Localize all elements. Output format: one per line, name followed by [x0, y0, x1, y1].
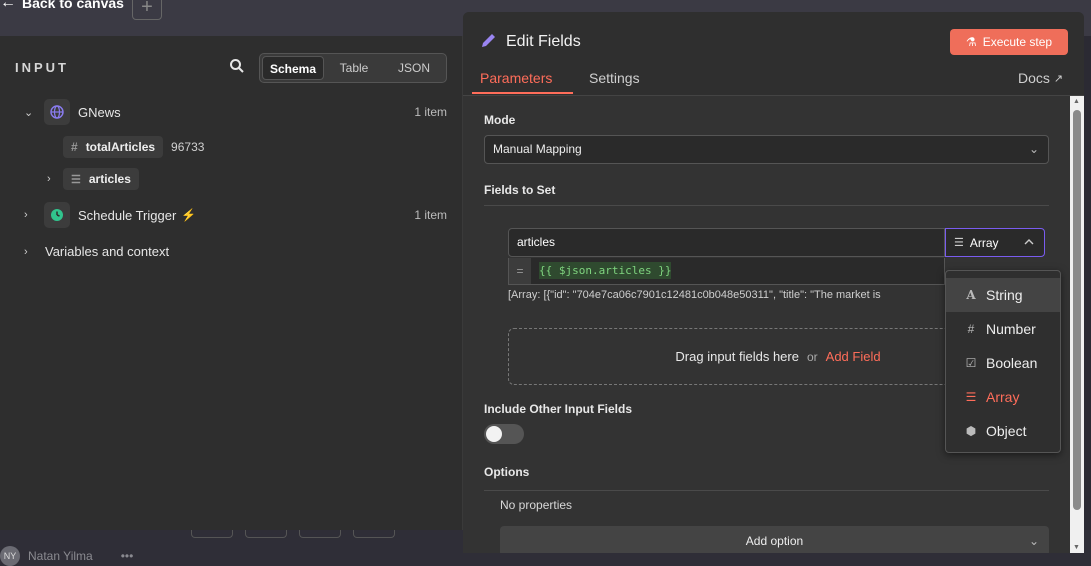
docs-link[interactable]: Docs ↗ [1018, 70, 1063, 86]
view-switch: Schema Table JSON [259, 53, 447, 83]
type-option-label: String [986, 287, 1023, 303]
external-link-icon: ↗ [1053, 72, 1064, 85]
list-icon: ☰ [71, 173, 81, 186]
add-option-button[interactable]: Add option ⌄ [500, 526, 1049, 553]
field-total-articles[interactable]: # totalArticles 96733 [63, 136, 204, 158]
clock-icon [44, 202, 70, 228]
equals-icon: = [509, 258, 531, 284]
add-field-link[interactable]: Add Field [826, 349, 881, 364]
type-option-label: Number [986, 321, 1036, 337]
variables-label: Variables and context [45, 244, 170, 259]
flask-icon: ⚗ [965, 35, 977, 49]
toggle-knob [486, 426, 502, 442]
string-icon: A [966, 288, 976, 302]
type-option-string[interactable]: A String [946, 278, 1060, 312]
drop-or: or [806, 349, 818, 364]
chevron-right-icon[interactable]: › [24, 246, 36, 258]
globe-icon [44, 99, 70, 125]
field-value: 96733 [171, 140, 205, 154]
lightning-icon: ⚡ [181, 208, 197, 222]
user-row[interactable]: NY Natan Yilma ••• [0, 546, 133, 566]
tab-underline [472, 92, 573, 94]
type-option-number[interactable]: # Number [946, 312, 1060, 346]
type-option-array[interactable]: ☰ Array [946, 380, 1060, 414]
tree-node-schedule-trigger[interactable]: › Schedule Trigger ⚡ 1 item [24, 202, 463, 228]
field-chip[interactable]: ☰ articles [63, 168, 139, 190]
add-node-button[interactable]: + [132, 0, 162, 20]
hash-icon: # [71, 140, 78, 154]
field-name: articles [88, 172, 131, 186]
view-tab-schema[interactable]: Schema [262, 56, 324, 80]
plus-icon: + [141, 0, 153, 18]
include-other-fields-toggle[interactable] [484, 424, 524, 444]
mode-select[interactable]: Manual Mapping ⌄ [484, 135, 1049, 164]
field-chip[interactable]: # totalArticles [63, 136, 164, 158]
chevron-down-icon[interactable]: ⌄ [24, 106, 36, 119]
hash-icon: # [967, 322, 975, 336]
scroll-up-icon[interactable]: ▲ [1073, 98, 1080, 105]
chevron-down-icon: ⌄ [1028, 142, 1039, 156]
chevron-up-icon [1024, 236, 1034, 250]
type-dropdown-menu: A String # Number ☑ Boolean ☰ Array ⬢ Ob… [945, 270, 1061, 453]
checkbox-icon: ☑ [965, 356, 977, 370]
arrow-left-icon: ← [0, 0, 16, 11]
tree-node-variables[interactable]: › Variables and context [24, 244, 169, 259]
tree-node-gnews[interactable]: ⌄ GNews 1 item [24, 99, 463, 125]
expression-input[interactable]: = {{ $json.articles }} [508, 258, 945, 285]
type-option-object[interactable]: ⬢ Object [946, 414, 1060, 448]
item-count: 1 item [414, 208, 447, 222]
chevron-right-icon[interactable]: › [24, 209, 36, 221]
view-tab-json[interactable]: JSON [384, 56, 444, 80]
chevron-down-icon: ⌄ [1028, 534, 1039, 548]
expression-preview: [Array: [{"id": "704e7ca06c7901c12481c0b… [508, 289, 881, 301]
list-icon: ☰ [965, 390, 977, 404]
back-to-canvas-link[interactable]: ← Back to canvas [0, 0, 124, 12]
type-option-label: Object [986, 423, 1027, 439]
mode-value: Manual Mapping [493, 142, 582, 156]
scrollbar-thumb[interactable] [1073, 110, 1081, 510]
section-divider [484, 205, 1049, 206]
docs-label: Docs [1018, 70, 1050, 86]
type-option-label: Boolean [986, 355, 1038, 371]
type-option-label: Array [986, 389, 1020, 405]
item-count: 1 item [414, 105, 447, 119]
cube-icon: ⬢ [965, 424, 977, 438]
options-label: Options [484, 465, 530, 479]
field-name-input[interactable]: articles [508, 228, 945, 257]
type-option-boolean[interactable]: ☑ Boolean [946, 346, 1060, 380]
field-type-select[interactable]: ☰ Array [945, 228, 1045, 257]
scrollbar[interactable]: ▲ ▼ [1070, 96, 1084, 553]
include-other-fields-label: Include Other Input Fields [484, 402, 633, 416]
pencil-icon [482, 34, 495, 47]
mode-label: Mode [484, 113, 516, 127]
scroll-down-icon[interactable]: ▼ [1073, 544, 1080, 551]
fields-to-set-label: Fields to Set [484, 183, 556, 197]
drop-text: Drag input fields here [675, 349, 799, 364]
user-name: Natan Yilma [28, 549, 93, 563]
user-menu-icon[interactable]: ••• [121, 549, 134, 563]
node-name-gnews: GNews [78, 104, 121, 120]
chevron-right-icon[interactable]: › [47, 173, 59, 185]
list-icon: ☰ [954, 237, 964, 249]
panel-title: Edit Fields [506, 33, 581, 50]
no-properties-text: No properties [500, 498, 573, 512]
tab-settings[interactable]: Settings [589, 70, 640, 86]
avatar: NY [0, 546, 20, 566]
field-articles[interactable]: › ☰ articles [47, 168, 139, 190]
tab-parameters[interactable]: Parameters [480, 70, 552, 86]
execute-step-button[interactable]: ⚗ Execute step [950, 29, 1068, 55]
input-panel: INPUT Schema Table JSON ⌄ GNews 1 item #… [0, 36, 463, 530]
input-title: INPUT [15, 60, 69, 75]
view-tab-table[interactable]: Table [324, 56, 384, 80]
add-option-label: Add option [745, 534, 804, 548]
execute-step-label: Execute step [982, 35, 1053, 49]
back-to-canvas-label: Back to canvas [22, 0, 124, 11]
field-name: totalArticles [85, 140, 156, 154]
expression-value: {{ $json.articles }} [539, 262, 672, 279]
section-divider [484, 490, 1049, 491]
search-icon[interactable] [229, 58, 245, 74]
node-name-schedule-trigger: Schedule Trigger [78, 207, 177, 223]
field-type-value: Array [969, 235, 999, 250]
